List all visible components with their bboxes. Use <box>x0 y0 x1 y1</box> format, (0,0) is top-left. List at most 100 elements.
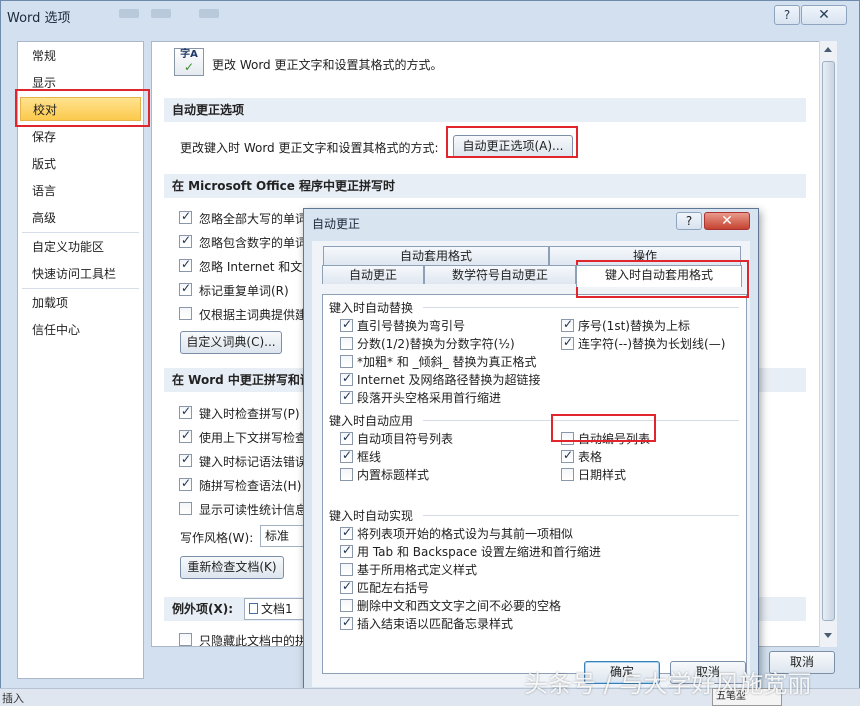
tab-autoformat[interactable]: 自动套用格式 <box>323 246 549 265</box>
scrollbar-thumb[interactable] <box>822 61 835 621</box>
exceptions-document-value: 文档1 <box>261 602 293 616</box>
replace-option-checkbox[interactable] <box>340 371 353 386</box>
autoformat-as-you-type-panel: 键入时自动替换 直引号替换为弯引号 分数(1/2)替换为分数字符(½) *加粗*… <box>322 294 747 674</box>
dialog-help-button[interactable]: ? <box>676 212 702 230</box>
auto-option-checkbox[interactable] <box>340 563 353 576</box>
replace-option-checkbox[interactable] <box>340 337 353 350</box>
office-option-label: 忽略包含数字的单词 <box>199 236 308 250</box>
word-option-checkbox[interactable] <box>179 452 192 467</box>
group-divider <box>423 515 739 516</box>
sidebar-item-quick-access[interactable]: 快速访问工具栏 <box>18 262 143 286</box>
replace-option-label: 段落开头空格采用首行缩进 <box>357 391 502 405</box>
apply-option-label: 日期样式 <box>578 468 627 482</box>
auto-option-label: 插入结束语以匹配备忘录样式 <box>357 617 514 631</box>
office-option-checkbox[interactable] <box>179 233 192 248</box>
sidebar-item-layout[interactable]: 版式 <box>18 152 143 176</box>
options-scrollbar[interactable] <box>819 41 837 647</box>
apply-option-checkbox[interactable] <box>340 468 353 481</box>
options-sidebar: 常规 显示 校对 保存 版式 语言 高级 自定义功能区 快速访问工具栏 加载项 … <box>17 41 144 679</box>
tab-math-autocorrect[interactable]: 数学符号自动更正 <box>424 265 576 284</box>
auto-option-checkbox[interactable] <box>340 543 353 558</box>
office-option-checkbox[interactable] <box>179 209 192 224</box>
replace-option-checkbox[interactable] <box>561 317 574 332</box>
sidebar-item-trust-center[interactable]: 信任中心 <box>18 318 143 342</box>
section-autocorrect: 自动更正选项 <box>164 98 806 122</box>
group-apply-as-you-type: 键入时自动应用 <box>329 414 414 428</box>
scroll-up-icon[interactable] <box>824 47 832 52</box>
exceptions-document-select[interactable]: 文档1 <box>244 598 304 620</box>
watermark: 头条号 / 与大学好风施宽丽 <box>524 670 812 698</box>
auto-option-label: 用 Tab 和 Backspace 设置左缩进和首行缩进 <box>357 545 601 559</box>
status-insert-mode[interactable]: 插入 <box>2 690 24 706</box>
apply-option-label: 表格 <box>578 450 603 464</box>
apply-option-label: 框线 <box>357 450 382 464</box>
auto-option-label: 删除中文和西文文字之间不必要的空格 <box>357 599 562 613</box>
office-option-label: 忽略全部大写的单词 <box>199 212 308 226</box>
help-button[interactable]: ? <box>774 5 800 25</box>
highlight-autocorrect-button <box>446 126 578 158</box>
replace-option-label: 序号(1st)替换为上标 <box>578 319 690 333</box>
office-option-checkbox[interactable] <box>179 257 192 272</box>
hide-errors-checkbox[interactable] <box>179 633 192 646</box>
apply-option-checkbox[interactable] <box>561 468 574 481</box>
replace-option-label: Internet 及网络路径替换为超链接 <box>357 373 541 387</box>
sidebar-item-save[interactable]: 保存 <box>18 125 143 149</box>
autocorrect-description: 更改键入时 Word 更正文字和设置其格式的方式: <box>180 141 439 155</box>
apply-option-label: 自动项目符号列表 <box>357 432 454 446</box>
word-option-label: 键入时检查拼写(P) <box>199 407 300 421</box>
auto-option-checkbox[interactable] <box>340 615 353 630</box>
replace-option-label: 连字符(--)替换为长划线(—) <box>578 337 726 351</box>
word-option-checkbox[interactable] <box>179 428 192 443</box>
document-icon <box>249 603 258 614</box>
word-option-checkbox[interactable] <box>179 404 192 419</box>
close-button[interactable]: ✕ <box>801 5 847 25</box>
replace-option-checkbox[interactable] <box>340 389 353 404</box>
custom-dictionaries-button[interactable]: 自定义词典(C)... <box>180 331 282 354</box>
office-option-checkbox[interactable] <box>179 307 192 320</box>
title-fragment <box>119 9 139 18</box>
title-fragment <box>151 9 171 18</box>
apply-option-label: 内置标题样式 <box>357 468 430 482</box>
writing-style-label: 写作风格(W): <box>180 531 254 545</box>
group-automatically-as-you-type: 键入时自动实现 <box>329 509 414 523</box>
writing-style-select[interactable]: 标准 <box>260 525 304 547</box>
sidebar-item-general[interactable]: 常规 <box>18 44 143 68</box>
replace-option-label: 分数(1/2)替换为分数字符(½) <box>357 337 515 351</box>
replace-option-checkbox[interactable] <box>340 317 353 332</box>
word-option-checkbox[interactable] <box>179 502 192 515</box>
sidebar-item-addins[interactable]: 加载项 <box>18 291 143 315</box>
replace-option-label: 直引号替换为弯引号 <box>357 319 466 333</box>
office-option-label: 忽略 Internet 和文件 <box>199 260 315 274</box>
word-option-checkbox[interactable] <box>179 476 192 491</box>
office-option-label: 标记重复单词(R) <box>199 284 289 298</box>
auto-option-checkbox[interactable] <box>340 599 353 612</box>
scroll-down-icon[interactable] <box>824 633 832 638</box>
page-heading: 更改 Word 更正文字和设置其格式的方式。 <box>212 58 443 72</box>
dialog-title: 自动更正 <box>312 217 361 231</box>
exceptions-label: 例外项(X): <box>172 602 234 616</box>
auto-option-label: 匹配左右括号 <box>357 581 430 595</box>
replace-option-checkbox[interactable] <box>340 355 353 368</box>
apply-option-checkbox[interactable] <box>340 448 353 463</box>
tab-autocorrect[interactable]: 自动更正 <box>322 265 424 284</box>
dialog-close-button[interactable]: ✕ <box>704 212 750 230</box>
sidebar-divider <box>22 288 139 289</box>
recheck-document-button[interactable]: 重新检查文档(K) <box>180 556 284 579</box>
auto-option-checkbox[interactable] <box>340 525 353 540</box>
apply-option-checkbox[interactable] <box>340 430 353 445</box>
window-title: Word 选项 <box>7 11 71 26</box>
abc-check-icon: 字A ✓ <box>174 48 204 76</box>
tab-autoformat-as-you-type[interactable]: 键入时自动套用格式 <box>576 265 742 287</box>
sidebar-item-language[interactable]: 语言 <box>18 179 143 203</box>
section-office-spelling: 在 Microsoft Office 程序中更正拼写时 <box>164 174 806 198</box>
sidebar-item-advanced[interactable]: 高级 <box>18 206 143 230</box>
replace-option-checkbox[interactable] <box>561 335 574 350</box>
word-option-label: 键入时标记语法错误 <box>199 455 308 469</box>
word-option-label: 使用上下文拼写检查 <box>199 431 308 445</box>
word-option-label: 显示可读性统计信息 <box>199 503 308 517</box>
apply-option-checkbox[interactable] <box>561 448 574 463</box>
sidebar-divider <box>22 232 139 233</box>
sidebar-item-customize-ribbon[interactable]: 自定义功能区 <box>18 235 143 259</box>
office-option-checkbox[interactable] <box>179 281 192 296</box>
auto-option-checkbox[interactable] <box>340 579 353 594</box>
